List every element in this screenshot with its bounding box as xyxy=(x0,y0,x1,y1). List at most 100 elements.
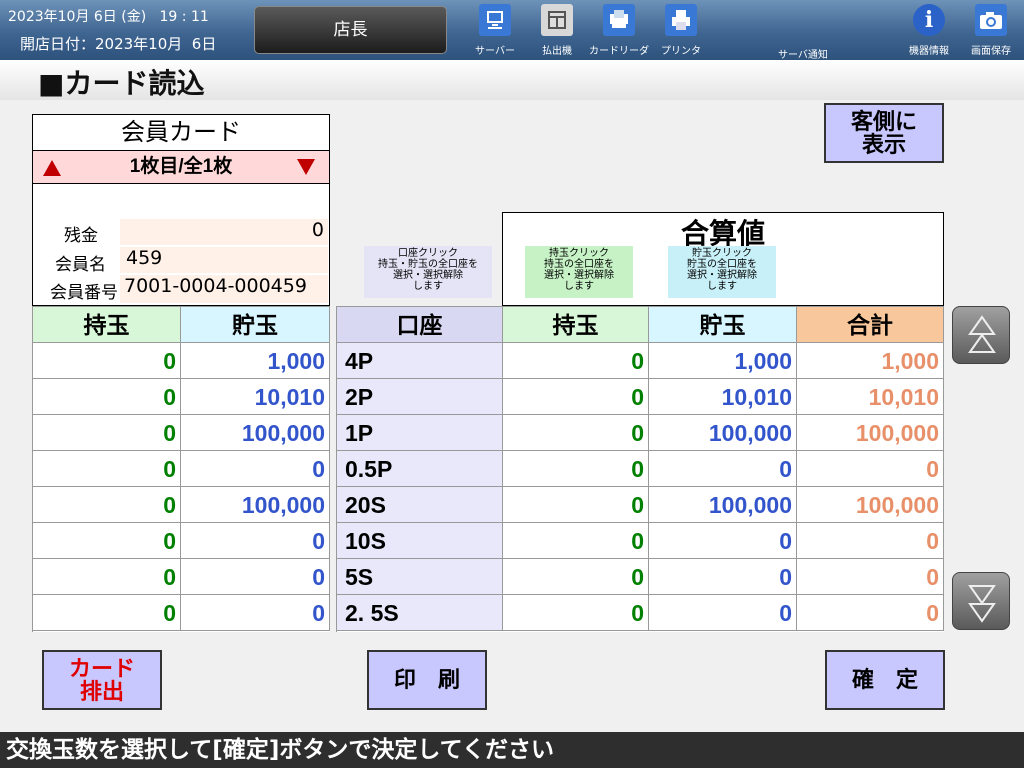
server-button[interactable]: サーバー xyxy=(463,4,527,60)
summary-total-cell: 10,010 xyxy=(797,379,944,415)
summary-total-cell: 0 xyxy=(797,451,944,487)
account-cell[interactable]: 5S xyxy=(337,559,503,595)
member-mochi-cell[interactable]: 0 xyxy=(33,379,181,415)
member-mochi-cell[interactable]: 0 xyxy=(33,559,181,595)
member-number-value: 7001-0004-000459 xyxy=(120,275,328,303)
summary-choki-cell[interactable]: 0 xyxy=(649,559,797,595)
member-choki-cell[interactable]: 0 xyxy=(181,559,330,595)
account-cell[interactable]: 0.5P xyxy=(337,451,503,487)
member-mochi-cell[interactable]: 0 xyxy=(33,343,181,379)
col-header-summary-choki[interactable]: 貯玉 xyxy=(649,307,797,343)
confirm-button[interactable]: 確 定 xyxy=(825,650,945,710)
tool-label: 払出機 xyxy=(542,46,572,57)
printer-icon xyxy=(665,4,697,36)
summary-choki-cell[interactable]: 0 xyxy=(649,451,797,487)
account-cell[interactable]: 2. 5S xyxy=(337,595,503,631)
summary-choki-cell[interactable]: 10,010 xyxy=(649,379,797,415)
customer-display-button[interactable]: 客側に 表示 xyxy=(824,103,944,163)
member-choki-cell[interactable]: 0 xyxy=(181,523,330,559)
summary-mochi-cell[interactable]: 0 xyxy=(503,451,649,487)
member-choki-cell[interactable]: 1,000 xyxy=(181,343,330,379)
summary-total-cell: 0 xyxy=(797,523,944,559)
member-mochi-cell[interactable]: 0 xyxy=(33,523,181,559)
member-mochi-cell[interactable]: 0 xyxy=(33,487,181,523)
mochi-hint: 持玉クリック 持玉の全口座を 選択・選択解除 します xyxy=(525,246,633,298)
summary-mochi-cell[interactable]: 0 xyxy=(503,559,649,595)
summary-choki-cell[interactable]: 0 xyxy=(649,523,797,559)
member-balance-table: 持玉 貯玉 0 1,000 0 10,010 0 100,000 0 0 0 100,000 0 0 0… xyxy=(32,306,330,632)
summary-mochi-cell[interactable]: 0 xyxy=(503,523,649,559)
member-mochi-cell[interactable]: 0 xyxy=(33,415,181,451)
scroll-up-button[interactable] xyxy=(952,306,1010,364)
summary-choki-cell[interactable]: 1,000 xyxy=(649,343,797,379)
member-choki-cell[interactable]: 0 xyxy=(181,451,330,487)
triangle-down-icon xyxy=(297,159,315,175)
device-info-button[interactable]: i 機器情報 xyxy=(897,4,961,60)
col-header-mochi[interactable]: 持玉 xyxy=(33,307,181,343)
member-choki-cell[interactable]: 100,000 xyxy=(181,415,330,451)
double-chevron-down-icon xyxy=(968,585,996,623)
member-name-label: 会員名 xyxy=(55,255,106,275)
tool-label: 機器情報 xyxy=(909,46,949,57)
account-cell[interactable]: 20S xyxy=(337,487,503,523)
triangle-up-icon xyxy=(43,160,61,176)
next-card-button[interactable] xyxy=(297,159,315,175)
camera-icon xyxy=(975,4,1007,36)
col-header-choki[interactable]: 貯玉 xyxy=(181,307,330,343)
account-hint: 口座クリック 持玉・貯玉の全口座を 選択・選択解除 します xyxy=(364,246,492,298)
choki-hint: 貯玉クリック 貯玉の全口座を 選択・選択解除 します xyxy=(668,246,776,298)
member-choki-cell[interactable]: 0 xyxy=(181,595,330,631)
double-chevron-up-icon xyxy=(968,315,996,353)
card-reader-button[interactable]: カードリーダ xyxy=(587,4,651,60)
screen-save-button[interactable]: 画面保存 xyxy=(959,4,1023,60)
member-mochi-cell[interactable]: 0 xyxy=(33,451,181,487)
account-cell[interactable]: 10S xyxy=(337,523,503,559)
summary-mochi-cell[interactable]: 0 xyxy=(503,343,649,379)
summary-choki-cell[interactable]: 0 xyxy=(649,595,797,631)
summary-total-cell: 0 xyxy=(797,595,944,631)
status-bar: 交換玉数を選択して[確定]ボタンで決定してください xyxy=(0,732,1024,768)
scroll-down-button[interactable] xyxy=(952,572,1010,630)
account-cell[interactable]: 4P xyxy=(337,343,503,379)
account-cell[interactable]: 1P xyxy=(337,415,503,451)
member-number-label: 会員番号 xyxy=(50,283,118,303)
col-header-summary-mochi[interactable]: 持玉 xyxy=(503,307,649,343)
member-choki-cell[interactable]: 10,010 xyxy=(181,379,330,415)
printer-button[interactable]: プリンタ xyxy=(649,4,713,60)
tool-label: カードリーダ xyxy=(589,46,649,57)
col-header-account[interactable]: 口座 xyxy=(337,307,503,343)
print-button[interactable]: 印 刷 xyxy=(367,650,487,710)
summary-mochi-cell[interactable]: 0 xyxy=(503,415,649,451)
tool-label: プリンタ xyxy=(661,46,701,57)
col-header-total: 合計 xyxy=(797,307,944,343)
balance-label: 残金 xyxy=(64,226,98,246)
member-choki-cell[interactable]: 100,000 xyxy=(181,487,330,523)
summary-choki-cell[interactable]: 100,000 xyxy=(649,487,797,523)
member-name-value: 459 xyxy=(120,247,328,273)
tool-label: サーバー xyxy=(475,46,515,57)
member-card-title: 会員カード xyxy=(121,118,241,146)
datetime: 2023年10月 6日 (金) 19 : 11 xyxy=(8,9,209,25)
account-cell[interactable]: 2P xyxy=(337,379,503,415)
server-notice-label[interactable]: サーバ通知 xyxy=(778,46,828,61)
server-icon xyxy=(479,4,511,36)
page-title: ■カード読込 xyxy=(38,67,205,100)
summary-total-cell: 100,000 xyxy=(797,487,944,523)
summary-mochi-cell[interactable]: 0 xyxy=(503,379,649,415)
summary-total-cell: 0 xyxy=(797,559,944,595)
summary-mochi-cell[interactable]: 0 xyxy=(503,487,649,523)
card-pager: 1枚目/全1枚 xyxy=(33,150,329,184)
eject-card-button[interactable]: カード 排出 xyxy=(42,650,162,710)
info-icon: i xyxy=(913,4,945,36)
tool-label: 画面保存 xyxy=(971,46,1011,57)
prev-card-button[interactable] xyxy=(43,160,61,176)
card-page-indicator: 1枚目/全1枚 xyxy=(129,156,233,177)
open-date: 開店日付：2023年10月 6日 xyxy=(20,35,217,53)
summary-table: 口座 持玉 貯玉 合計 4P 0 1,000 1,000 2P 0 10,010 10,010… xyxy=(336,306,944,632)
summary-choki-cell[interactable]: 100,000 xyxy=(649,415,797,451)
dispenser-button[interactable]: 払出機 xyxy=(525,4,589,60)
summary-total-cell: 1,000 xyxy=(797,343,944,379)
member-mochi-cell[interactable]: 0 xyxy=(33,595,181,631)
summary-mochi-cell[interactable]: 0 xyxy=(503,595,649,631)
role-button[interactable]: 店長 xyxy=(254,6,447,54)
